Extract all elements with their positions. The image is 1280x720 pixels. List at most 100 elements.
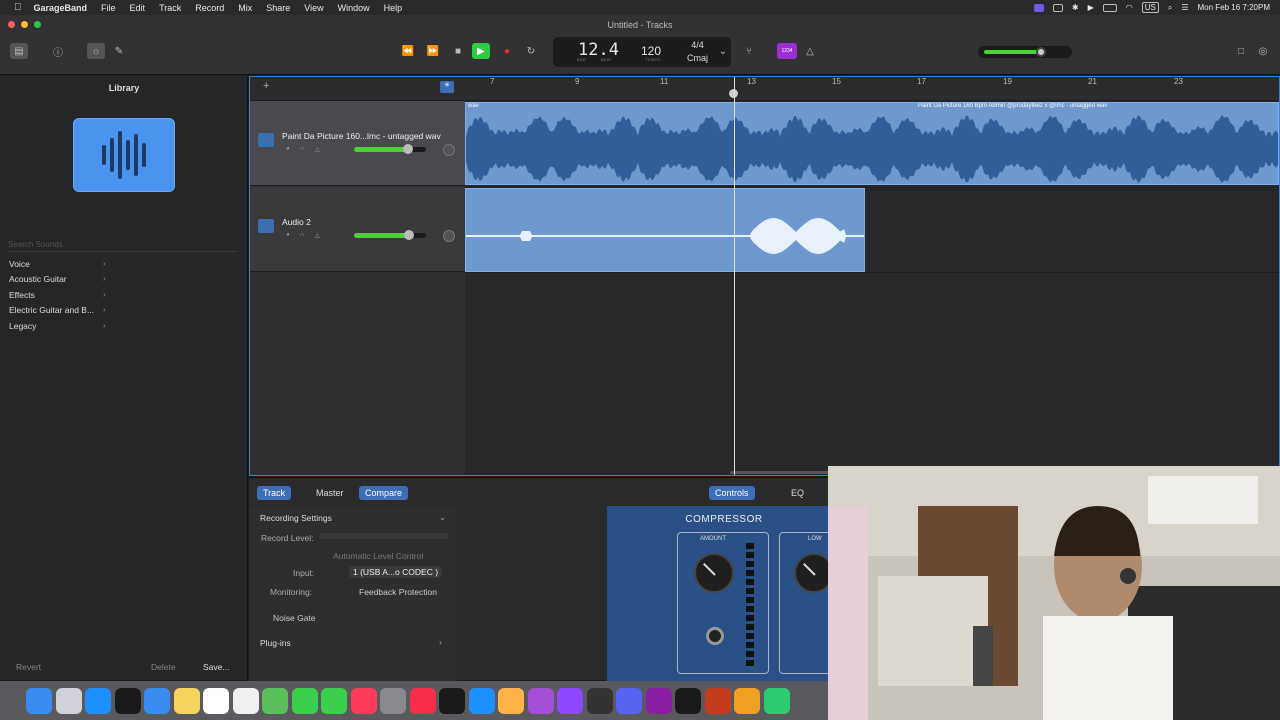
amount-toggle[interactable]	[706, 627, 724, 645]
playhead[interactable]	[734, 77, 735, 475]
terminal-icon[interactable]	[675, 687, 701, 714]
audio-region-1[interactable]: wav Paint Da Picture 160 Bpm Abmin @prod…	[465, 102, 1279, 185]
mail-icon[interactable]	[144, 687, 170, 714]
loop-browser-button[interactable]: ◎	[1254, 43, 1272, 59]
library-item-legacy[interactable]: Legacy	[9, 321, 109, 331]
track-volume-knob[interactable]	[404, 230, 415, 240]
twitch-icon[interactable]	[557, 687, 583, 714]
news-icon[interactable]	[350, 687, 377, 714]
messages-icon[interactable]	[291, 687, 318, 714]
rewind-button[interactable]: ⏪	[399, 43, 417, 59]
tab-track[interactable]: Track	[257, 486, 292, 500]
photos-icon[interactable]	[498, 687, 524, 714]
tab-eq[interactable]: EQ	[785, 486, 810, 500]
library-item-voice[interactable]: Voice	[9, 259, 109, 269]
menu-help[interactable]: Help	[384, 3, 403, 13]
input-source[interactable]: US	[1141, 2, 1159, 13]
metronome-button[interactable]: △	[801, 43, 819, 59]
menu-file[interactable]: File	[101, 3, 116, 13]
onenote-icon[interactable]	[645, 687, 672, 714]
control-center-icon[interactable]: ☰	[1181, 3, 1188, 12]
finalcut-icon[interactable]	[586, 687, 613, 714]
record-enable-icon[interactable]: △	[315, 232, 324, 240]
delete-button[interactable]: Delete	[151, 662, 176, 672]
menu-clock[interactable]: Mon Feb 16 7:20PM	[1198, 3, 1270, 12]
smart-tempo-icon[interactable]: ✳	[440, 81, 454, 93]
screen-record-icon[interactable]	[1033, 3, 1044, 12]
audio-region-2[interactable]	[465, 188, 865, 272]
tab-master[interactable]: Master	[310, 486, 350, 500]
library-item-effects[interactable]: Effects	[9, 290, 109, 300]
track-volume-slider[interactable]	[354, 144, 426, 154]
track-volume-slider[interactable]	[354, 230, 426, 240]
app-icon[interactable]	[734, 687, 760, 714]
master-volume-slider[interactable]	[978, 46, 1072, 58]
smart-controls-button[interactable]: ☼	[87, 43, 105, 59]
battery-icon[interactable]	[1102, 3, 1117, 12]
library-item-acoustic-guitar[interactable]: Acoustic Guitar	[9, 274, 109, 284]
calendar-icon[interactable]	[203, 687, 229, 714]
music-icon[interactable]	[409, 687, 436, 714]
appstore-icon[interactable]	[468, 687, 495, 714]
timeline-ruler[interactable]: 7 9 11 13 15 17 19 21 23	[465, 77, 1279, 101]
menu-app-name[interactable]: GarageBand	[34, 3, 88, 13]
notes-icon[interactable]	[173, 687, 200, 714]
pan-knob[interactable]	[443, 230, 455, 242]
plugins-header[interactable]: Plug-ins	[260, 638, 291, 648]
chevron-right-icon[interactable]: ›	[439, 637, 442, 647]
headphone-icon[interactable]: ∩	[300, 232, 309, 240]
settings-icon[interactable]	[380, 687, 406, 714]
auto-level-checkbox[interactable]: Automatic Level Control	[333, 551, 423, 561]
launchpad-icon[interactable]	[55, 687, 82, 714]
library-item-electric-guitar[interactable]: Electric Guitar and B...	[9, 305, 109, 315]
tv-icon[interactable]	[439, 687, 465, 714]
bluetooth-icon[interactable]: ✱	[1072, 3, 1079, 12]
menu-view[interactable]: View	[304, 3, 323, 13]
wifi-icon[interactable]: ◠	[1126, 3, 1133, 12]
track-header-1[interactable]: Paint Da Picture 160...lmc - untagged wa…	[250, 101, 465, 186]
search-icon[interactable]: ⌕	[1168, 3, 1172, 13]
forward-button[interactable]: ⏩	[424, 43, 442, 59]
input-select[interactable]: 1 (USB A...o CODEC )	[349, 566, 443, 578]
chrome-icon[interactable]	[114, 687, 141, 714]
add-track-icon[interactable]: +	[263, 80, 269, 92]
track-name[interactable]: Paint Da Picture 160...lmc - untagged wa…	[282, 131, 441, 141]
menu-track[interactable]: Track	[159, 3, 181, 13]
record-enable-icon[interactable]: △	[315, 146, 324, 154]
record-level-slider[interactable]	[319, 533, 449, 539]
lcd-dropdown-icon[interactable]: ⌄	[714, 43, 732, 59]
track-header-2[interactable]: Audio 2 ◕ ∩ △	[250, 187, 465, 272]
stop-button[interactable]: ■	[449, 43, 467, 59]
reminders-icon[interactable]	[232, 687, 259, 714]
library-search-input[interactable]: Search Sounds	[8, 240, 238, 252]
master-volume-knob[interactable]	[1036, 47, 1046, 57]
apple-icon[interactable]: 	[14, 2, 22, 13]
finder-icon[interactable]	[26, 687, 52, 714]
app-icon[interactable]	[704, 687, 731, 714]
tuner-button[interactable]: ⑂	[740, 43, 758, 59]
notepad-button[interactable]: □	[1232, 43, 1250, 59]
feedback-protection-checkbox[interactable]: Feedback Protection	[359, 587, 437, 597]
menu-share[interactable]: Share	[266, 3, 290, 13]
mute-icon[interactable]: ◕	[286, 146, 295, 154]
menu-edit[interactable]: Edit	[130, 3, 146, 13]
menu-record[interactable]: Record	[195, 3, 224, 13]
headphone-icon[interactable]: ∩	[300, 146, 309, 154]
tab-compare[interactable]: Compare	[359, 486, 409, 500]
podcasts-icon[interactable]	[527, 687, 554, 714]
play-status-icon[interactable]: ▶	[1088, 3, 1094, 12]
recording-settings-header[interactable]: Recording Settings	[260, 513, 332, 523]
amount-knob[interactable]	[694, 553, 734, 593]
tab-controls[interactable]: Controls	[709, 486, 755, 500]
facetime-icon[interactable]	[321, 687, 347, 714]
editors-button[interactable]: ✎	[110, 43, 128, 59]
app-icon[interactable]	[763, 687, 790, 714]
menu-window[interactable]: Window	[338, 3, 370, 13]
help-button[interactable]: ⓘ	[49, 43, 67, 59]
track-volume-knob[interactable]	[403, 144, 413, 154]
cycle-button[interactable]: ↻	[522, 43, 540, 59]
record-button[interactable]: ●	[498, 43, 516, 59]
mute-icon[interactable]: ◕	[286, 232, 295, 240]
lcd-display[interactable]: 12.4 BAR BEAT 120 TEMPO 4/4 Cmaj	[553, 37, 731, 67]
status-icon[interactable]	[1052, 3, 1063, 12]
